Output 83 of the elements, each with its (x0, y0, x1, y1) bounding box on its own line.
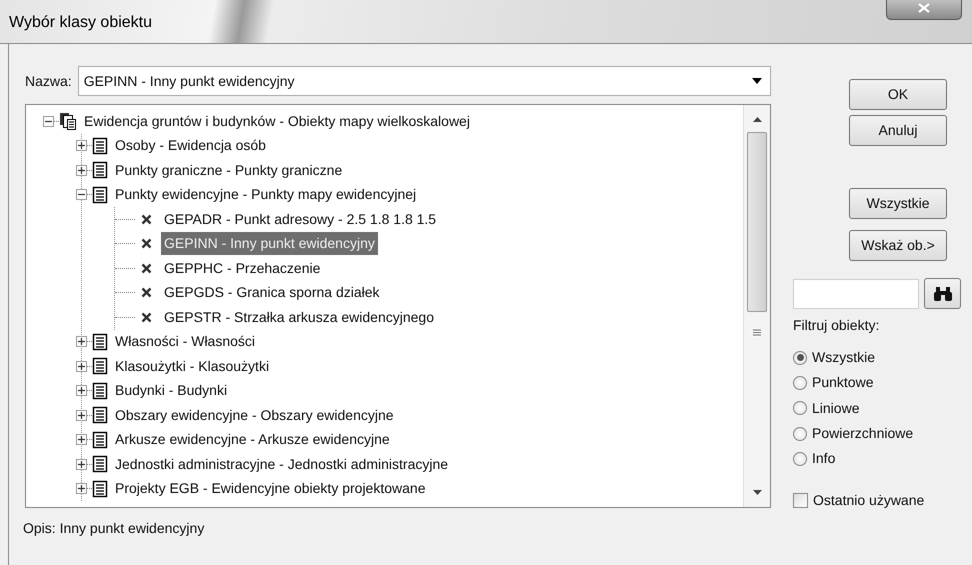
cross-icon (141, 262, 152, 274)
document-icon (92, 430, 108, 449)
name-label: Nazwa: (25, 72, 72, 90)
radio-label: Punktowe (812, 373, 874, 392)
scroll-up-icon (752, 117, 762, 122)
cross-icon (141, 287, 152, 298)
document-icon (92, 186, 108, 204)
window-title: Wybór klasy obiektu (9, 13, 152, 33)
tree-item[interactable]: Arkusze ewidencyjne - Arkusze ewidencyjne (112, 428, 393, 452)
expander-toggle[interactable] (76, 385, 87, 396)
tree-item[interactable]: Budynki - Budynki (112, 379, 230, 402)
search-button[interactable] (924, 278, 961, 309)
name-dropdown[interactable]: GEPINN - Inny punkt ewidencyjny (78, 66, 771, 96)
scroll-down-icon (752, 490, 762, 495)
tree-item[interactable]: GEPINN - Inny punkt ewidencyjny (161, 232, 378, 256)
dialog-button[interactable]: Anuluj (849, 115, 947, 146)
radio-button[interactable] (793, 452, 807, 466)
document-icon (92, 406, 108, 424)
tree-item[interactable]: GEPPHC - Przehaczenie (161, 256, 324, 280)
tree-item[interactable]: Ewidencja gruntów i budynków - Obiekty mapy wielkoskalowej (81, 110, 473, 133)
document-icon (92, 161, 108, 180)
document-icon (92, 332, 108, 351)
tree-item[interactable]: Punkty graniczne - Punkty graniczne (112, 158, 346, 182)
plus-icon (78, 387, 85, 394)
checkbox-label: Ostatnio używane (813, 491, 924, 510)
radio-label: Liniowe (812, 398, 860, 418)
tree-item[interactable]: GEPSTR - Strzałka arkusza ewidencyjnego (161, 306, 437, 329)
tree-item[interactable]: Własności - Własności (112, 330, 258, 354)
plus-icon (78, 362, 85, 370)
search-field[interactable] (793, 278, 919, 308)
cross-icon (141, 214, 152, 225)
expander-toggle[interactable] (76, 360, 87, 372)
expander-toggle[interactable] (76, 189, 87, 200)
cross-icon (141, 238, 152, 250)
tree-item[interactable]: GEPGDS - Granica sporna działek (161, 281, 383, 304)
expander-toggle[interactable] (76, 434, 87, 446)
document-icon (92, 382, 108, 400)
tree-item[interactable]: Klasoużytki - Klasoużytki (112, 354, 272, 378)
expander-toggle[interactable] (76, 140, 87, 152)
close-icon (918, 3, 930, 13)
plus-icon (78, 460, 85, 468)
plus-icon (78, 436, 85, 444)
documents-icon (59, 112, 77, 131)
plus-icon (78, 142, 85, 150)
tree-item[interactable]: GEPADR - Punkt adresowy - 2.5 1.8 1.8 1.5 (161, 208, 440, 231)
document-icon (92, 480, 108, 498)
expander-toggle[interactable] (76, 483, 87, 494)
expander-toggle[interactable] (43, 116, 54, 127)
expander-toggle[interactable] (76, 410, 87, 421)
document-icon (92, 455, 108, 474)
plus-icon (78, 412, 85, 419)
tree-item[interactable]: Obszary ewidencyjne - Obszary ewidencyjne (112, 404, 397, 427)
dialog-button[interactable]: Wszystkie (849, 188, 947, 219)
tree-item[interactable]: Osoby - Ewidencja osób (112, 134, 269, 158)
plus-icon (78, 166, 85, 174)
radio-button[interactable] (793, 401, 807, 416)
plus-icon (78, 338, 85, 346)
expander-toggle[interactable] (76, 458, 87, 470)
radio-button[interactable] (793, 376, 807, 390)
expander-toggle[interactable] (76, 336, 87, 348)
close-button[interactable] (886, 0, 962, 20)
description-text: Opis: Inny punkt ewidencyjny (23, 519, 206, 538)
grip-icon (753, 328, 761, 336)
filter-label: Filtruj obiekty: (793, 316, 880, 335)
radio-label: Info (812, 449, 836, 468)
cross-icon (141, 312, 152, 323)
radio-label: Wszystkie (812, 348, 875, 368)
radio-button[interactable] (793, 426, 807, 441)
tree-item[interactable]: Jednostki administracyjne - Jednostki administracyjne (112, 452, 452, 476)
radio-label: Powierzchniowe (812, 424, 914, 444)
dialog-button[interactable]: OK (849, 79, 947, 110)
document-icon (92, 357, 108, 376)
checkbox[interactable] (793, 493, 808, 508)
expander-toggle[interactable] (76, 164, 87, 176)
document-icon (92, 136, 108, 155)
tree-item[interactable]: Punkty ewidencyjne - Punkty mapy ewidencyjnej (112, 183, 420, 206)
dialog-button[interactable]: Wskaż ob.> (849, 230, 947, 261)
dropdown-arrow-icon (752, 78, 762, 84)
scrollbar[interactable] (743, 105, 770, 507)
radio-button[interactable] (793, 350, 807, 365)
plus-icon (78, 485, 85, 492)
binoculars-icon (932, 286, 952, 302)
tree-item[interactable]: Projekty EGB - Ewidencyjne obiekty projektowane (112, 477, 428, 500)
